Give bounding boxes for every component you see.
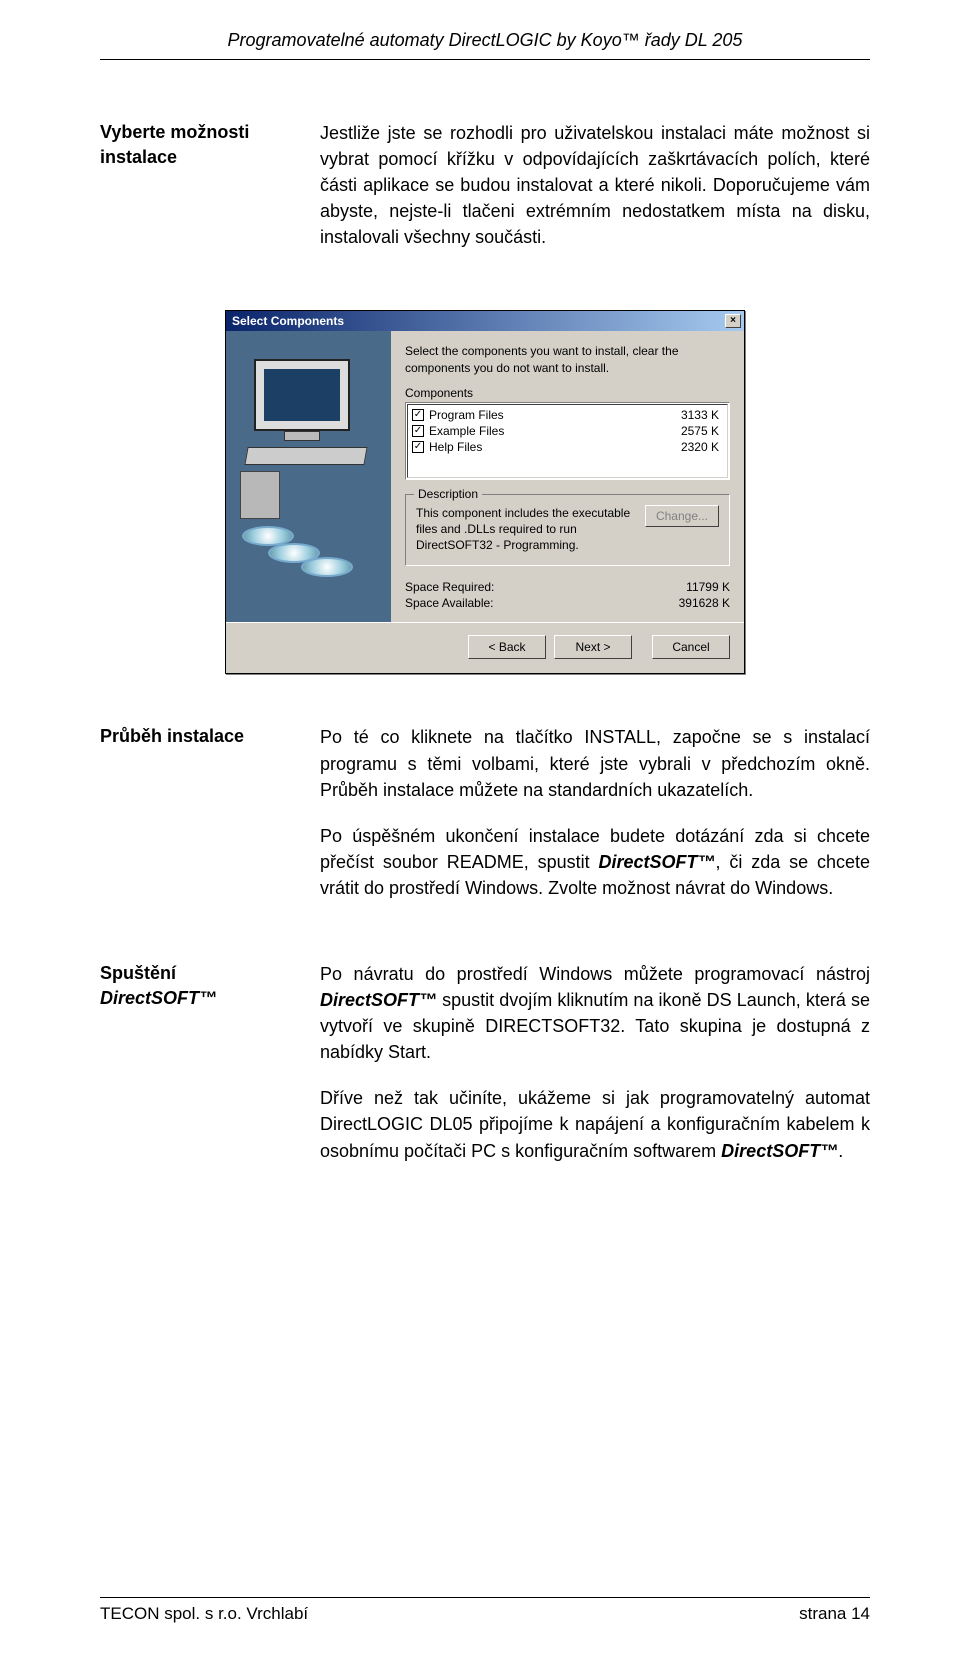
description-text: This component includes the executable f… <box>416 505 635 554</box>
list-item-size: 2320 K <box>681 440 719 454</box>
components-label: Components <box>405 386 730 400</box>
list-item[interactable]: ✓ Example Files 2575 K <box>410 423 725 439</box>
list-item-label: Program Files <box>429 408 681 422</box>
description-group: Description This component includes the … <box>405 494 730 567</box>
cancel-button[interactable]: Cancel <box>652 635 730 659</box>
checkbox-icon[interactable]: ✓ <box>412 409 424 421</box>
page-footer: TECON spol. s r.o. Vrchlabí strana 14 <box>100 1597 870 1624</box>
section-progress-label: Průběh instalace <box>100 724 290 921</box>
list-item-label: Help Files <box>429 440 681 454</box>
footer-right: strana 14 <box>799 1604 870 1624</box>
section-progress: Průběh instalace Po té co kliknete na tl… <box>100 724 870 921</box>
space-required-value: 11799 K <box>686 580 730 594</box>
dialog-titlebar: Select Components × <box>226 311 744 331</box>
section-options: Vyberte možnosti instalace Jestliže jste… <box>100 120 870 270</box>
list-item-label: Example Files <box>429 424 681 438</box>
header-divider <box>100 59 870 60</box>
list-item-size: 2575 K <box>681 424 719 438</box>
list-item[interactable]: ✓ Help Files 2320 K <box>410 439 725 455</box>
section-launch-p1: Po návratu do prostředí Windows můžete p… <box>320 961 870 1065</box>
back-button[interactable]: < Back <box>468 635 546 659</box>
dialog-screenshot: Select Components × Select the component… <box>100 310 870 674</box>
checkbox-icon[interactable]: ✓ <box>412 425 424 437</box>
space-required-label: Space Required: <box>405 580 494 594</box>
close-icon[interactable]: × <box>725 314 741 328</box>
section-progress-p1: Po té co kliknete na tlačítko INSTALL, z… <box>320 724 870 802</box>
dialog-sidebar-art <box>226 331 391 622</box>
section-launch-p2: Dříve než tak učiníte, ukážeme si jak pr… <box>320 1085 870 1163</box>
list-item-size: 3133 K <box>681 408 719 422</box>
section-progress-p2: Po úspěšném ukončení instalace budete do… <box>320 823 870 901</box>
section-options-body: Jestliže jste se rozhodli pro uživatelsk… <box>320 120 870 250</box>
running-header: Programovatelné automaty DirectLOGIC by … <box>100 30 870 51</box>
dialog-title: Select Components <box>232 314 344 328</box>
description-legend: Description <box>414 487 482 501</box>
change-button: Change... <box>645 505 719 527</box>
dialog-instruction: Select the components you want to instal… <box>405 343 730 375</box>
space-available-label: Space Available: <box>405 596 494 610</box>
section-options-label: Vyberte možnosti instalace <box>100 120 290 270</box>
footer-left: TECON spol. s r.o. Vrchlabí <box>100 1604 308 1624</box>
checkbox-icon[interactable]: ✓ <box>412 441 424 453</box>
section-launch-label: Spuštění DirectSOFT™ <box>100 961 290 1184</box>
space-available-value: 391628 K <box>679 596 730 610</box>
next-button[interactable]: Next > <box>554 635 632 659</box>
list-item[interactable]: ✓ Program Files 3133 K <box>410 407 725 423</box>
footer-divider <box>100 1597 870 1598</box>
section-launch: Spuštění DirectSOFT™ Po návratu do prost… <box>100 961 870 1184</box>
components-listbox[interactable]: ✓ Program Files 3133 K ✓ Example Files 2… <box>405 402 730 480</box>
